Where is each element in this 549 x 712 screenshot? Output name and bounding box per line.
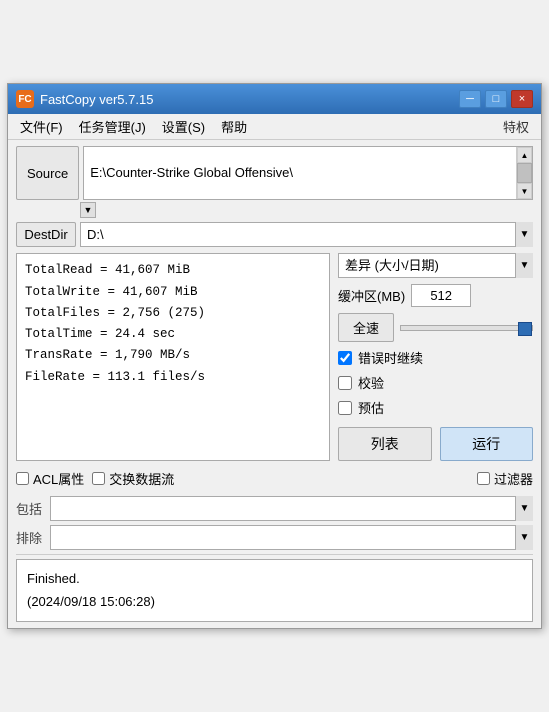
stat-line-3: TotalTime = 24.4 sec — [25, 324, 321, 345]
continue-on-error-row: 错误时继续 — [338, 348, 533, 367]
exclude-row: 排除 ▼ — [16, 525, 533, 550]
destdir-button[interactable]: DestDir — [16, 222, 76, 247]
source-down-arrow[interactable]: ▼ — [80, 202, 96, 218]
full-speed-button[interactable]: 全速 — [338, 313, 394, 342]
speed-slider-thumb — [518, 322, 532, 336]
buffer-input[interactable] — [411, 284, 471, 307]
exchange-row: 交换数据流 — [92, 469, 174, 488]
stats-panel: TotalRead = 41,607 MiB TotalWrite = 41,6… — [16, 253, 330, 461]
stat-line-0: TotalRead = 41,607 MiB — [25, 260, 321, 281]
buffer-label: 缓冲区(MB) — [338, 286, 405, 305]
acl-row: ACL属性 — [16, 469, 84, 488]
menu-bar: 文件(F) 任务管理(J) 设置(S) 帮助 特权 — [8, 114, 541, 140]
window-title: FastCopy ver5.7.15 — [40, 92, 459, 107]
separator — [16, 554, 533, 555]
menu-settings[interactable]: 设置(S) — [154, 114, 213, 139]
source-button[interactable]: Source — [16, 146, 79, 200]
verify-row: 校验 — [338, 373, 533, 392]
speed-slider[interactable] — [400, 325, 533, 331]
source-row: Source E:\Counter-Strike Global Offensiv… — [16, 146, 533, 200]
window-controls: ─ □ × — [459, 90, 533, 108]
include-select-wrapper: ▼ — [50, 496, 533, 521]
exclude-select-wrapper: ▼ — [50, 525, 533, 550]
estimate-checkbox[interactable] — [338, 401, 352, 415]
status-panel: Finished. (2024/09/18 15:06:28) — [16, 559, 533, 621]
stat-line-5: FileRate = 113.1 files/s — [25, 367, 321, 388]
stat-line-4: TransRate = 1,790 MB/s — [25, 345, 321, 366]
exclude-label: 排除 — [16, 528, 44, 547]
source-scroll-down[interactable]: ▼ — [517, 183, 532, 199]
list-button[interactable]: 列表 — [338, 427, 432, 461]
menu-file[interactable]: 文件(F) — [12, 114, 71, 139]
menu-task[interactable]: 任务管理(J) — [71, 114, 154, 139]
mode-select-wrapper: 差异 (大小/日期)完全复制移动 ▼ — [338, 253, 533, 278]
include-select[interactable] — [50, 496, 533, 521]
main-content: Source E:\Counter-Strike Global Offensiv… — [8, 140, 541, 627]
speed-row: 全速 — [338, 313, 533, 342]
action-row: 列表 运行 — [338, 427, 533, 461]
filter-label: 过滤器 — [494, 469, 533, 488]
destdir-select[interactable]: D:\ — [80, 222, 533, 247]
menu-privilege[interactable]: 特权 — [495, 114, 537, 139]
exclude-select[interactable] — [50, 525, 533, 550]
filter-row: 过滤器 — [477, 469, 533, 488]
maximize-button[interactable]: □ — [485, 90, 507, 108]
exchange-label: 交换数据流 — [109, 469, 174, 488]
minimize-button[interactable]: ─ — [459, 90, 481, 108]
status-line1: Finished. — [27, 568, 522, 590]
estimate-label: 预估 — [358, 398, 384, 417]
stat-line-1: TotalWrite = 41,607 MiB — [25, 282, 321, 303]
source-scroll-up[interactable]: ▲ — [517, 147, 532, 163]
mode-select-row: 差异 (大小/日期)完全复制移动 ▼ — [338, 253, 533, 278]
source-path-area: E:\Counter-Strike Global Offensive\ ▲ ▼ — [83, 146, 533, 200]
main-area: TotalRead = 41,607 MiB TotalWrite = 41,6… — [16, 253, 533, 461]
source-scroll-thumb — [517, 163, 532, 183]
source-scrollbar: ▲ ▼ — [516, 147, 532, 199]
source-path-text: E:\Counter-Strike Global Offensive\ — [84, 147, 516, 199]
estimate-row: 预估 — [338, 398, 533, 417]
source-path-value: E:\Counter-Strike Global Offensive\ — [90, 164, 510, 182]
right-panel: 差异 (大小/日期)完全复制移动 ▼ 缓冲区(MB) 全速 — [338, 253, 533, 461]
app-window: FC FastCopy ver5.7.15 ─ □ × 文件(F) 任务管理(J… — [7, 83, 542, 628]
close-button[interactable]: × — [511, 90, 533, 108]
destdir-row: DestDir D:\ ▼ — [16, 222, 533, 247]
source-scroll-track — [517, 163, 532, 183]
status-line2: (2024/09/18 15:06:28) — [27, 591, 522, 613]
verify-checkbox[interactable] — [338, 376, 352, 390]
bottom-controls: ACL属性 交换数据流 过滤器 — [16, 469, 533, 488]
app-icon: FC — [16, 90, 34, 108]
run-button[interactable]: 运行 — [440, 427, 534, 461]
stat-line-2: TotalFiles = 2,756 (275) — [25, 303, 321, 324]
mode-select[interactable]: 差异 (大小/日期)完全复制移动 — [338, 253, 533, 278]
include-label: 包括 — [16, 499, 44, 518]
continue-on-error-checkbox[interactable] — [338, 351, 352, 365]
title-bar: FC FastCopy ver5.7.15 ─ □ × — [8, 84, 541, 114]
include-row: 包括 ▼ — [16, 496, 533, 521]
filter-checkbox[interactable] — [477, 472, 490, 485]
destdir-select-wrapper: D:\ ▼ — [80, 222, 533, 247]
verify-label: 校验 — [358, 373, 384, 392]
continue-on-error-label: 错误时继续 — [358, 348, 423, 367]
acl-checkbox[interactable] — [16, 472, 29, 485]
acl-label: ACL属性 — [33, 469, 84, 488]
menu-help[interactable]: 帮助 — [213, 114, 255, 139]
buffer-row: 缓冲区(MB) — [338, 284, 533, 307]
exchange-checkbox[interactable] — [92, 472, 105, 485]
